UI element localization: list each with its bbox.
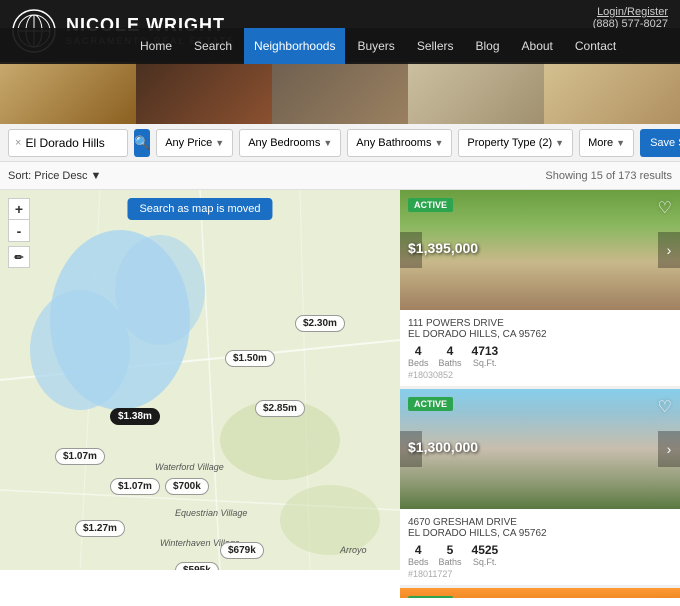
location-tag: × El Dorado Hills (8, 129, 128, 157)
top-right: Login/Register (888) 577-8027 (593, 6, 668, 30)
search-go-button[interactable]: 🔍 (134, 129, 150, 157)
listing-stats-1: 4 Beds 5 Baths 4525 Sq.Ft. (408, 543, 672, 567)
zoom-out-button[interactable]: - (8, 220, 30, 242)
baths-stat-1: 5 Baths (439, 543, 462, 567)
hero-seg-2 (136, 62, 272, 124)
next-image-1[interactable]: › (658, 431, 680, 467)
listing-city-1: EL DORADO HILLS, CA 95762 (408, 528, 672, 539)
active-badge-1: ACTIVE (408, 397, 453, 411)
map-controls: + - ✏ (8, 198, 30, 268)
login-link[interactable]: Login/Register (593, 6, 668, 18)
hero-seg-1 (0, 62, 136, 124)
nav-about[interactable]: About (512, 28, 563, 64)
save-search-button[interactable]: Save Search (640, 129, 680, 157)
listing-card-2[interactable]: ACTIVE ♡ ‹ › $1,375,000 1506 BOLIVAR COU… (400, 588, 680, 598)
main-area: + - ✏ Search as map is moved Waterford V… (0, 190, 680, 570)
nav-contact[interactable]: Contact (565, 28, 626, 64)
listing-price-overlay-0: $1,395,000 (408, 240, 478, 256)
listing-address-1: 4670 GRESHAM DRIVE (408, 517, 672, 528)
nav-neighborhoods[interactable]: Neighborhoods (244, 28, 345, 64)
nav-home[interactable]: Home (130, 28, 182, 64)
active-badge-2: ACTIVE (408, 596, 453, 598)
nav-buyers[interactable]: Buyers (347, 28, 404, 64)
hero-seg-5 (544, 62, 680, 124)
nav-sellers[interactable]: Sellers (407, 28, 464, 64)
chevron-down-icon: ▼ (555, 138, 564, 148)
listing-stats-0: 4 Beds 4 Baths 4713 Sq.Ft. (408, 344, 672, 368)
listing-card-1[interactable]: ACTIVE ♡ ‹ › $1,300,000 4670 GRESHAM DRI… (400, 389, 680, 585)
beds-stat-0: 4 Beds (408, 344, 429, 368)
baths-stat-0: 4 Baths (439, 344, 462, 368)
map-panel[interactable]: + - ✏ Search as map is moved Waterford V… (0, 190, 400, 570)
search-as-moved-button[interactable]: Search as map is moved (127, 198, 272, 220)
chevron-down-icon: ▼ (90, 170, 101, 182)
listing-price-overlay-1: $1,300,000 (408, 439, 478, 455)
chevron-down-icon: ▼ (323, 138, 332, 148)
baths-filter[interactable]: Any Bathrooms ▼ (347, 129, 452, 157)
hero-strip (0, 62, 680, 124)
favorite-button-1[interactable]: ♡ (658, 397, 672, 417)
listing-city-0: EL DORADO HILLS, CA 95762 (408, 329, 672, 340)
chevron-down-icon: ▼ (434, 138, 443, 148)
location-label: El Dorado Hills (25, 136, 104, 150)
nav-bar: Home Search Neighborhoods Buyers Sellers… (0, 28, 680, 64)
listing-mls-0: #18030852 (408, 370, 672, 380)
sqft-stat-0: 4713 Sq.Ft. (472, 344, 499, 368)
beds-filter[interactable]: Any Bedrooms ▼ (239, 129, 341, 157)
listing-mls-1: #18011727 (408, 569, 672, 579)
zoom-in-button[interactable]: + (8, 198, 30, 220)
beds-stat-1: 4 Beds (408, 543, 429, 567)
chevron-down-icon: ▼ (616, 138, 625, 148)
sort-bar: Sort: Price Desc ▼ Showing 15 of 173 res… (0, 162, 680, 190)
active-badge-0: ACTIVE (408, 198, 453, 212)
listings-panel: ACTIVE ♡ ‹ › $1,395,000 111 POWERS DRIVE… (400, 190, 680, 598)
remove-location[interactable]: × (15, 137, 21, 149)
listing-info-0: 111 POWERS DRIVE EL DORADO HILLS, CA 957… (400, 310, 680, 386)
next-image-0[interactable]: › (658, 232, 680, 268)
listing-info-1: 4670 GRESHAM DRIVE EL DORADO HILLS, CA 9… (400, 509, 680, 585)
draw-button[interactable]: ✏ (8, 246, 30, 268)
sqft-stat-1: 4525 Sq.Ft. (472, 543, 499, 567)
results-count: Showing 15 of 173 results (545, 170, 672, 182)
more-filter[interactable]: More ▼ (579, 129, 634, 157)
favorite-button-2[interactable]: ♡ (658, 596, 672, 598)
nav-blog[interactable]: Blog (466, 28, 510, 64)
search-icon: 🔍 (134, 135, 150, 151)
listing-address-0: 111 POWERS DRIVE (408, 318, 672, 329)
nav-search[interactable]: Search (184, 28, 242, 64)
hero-seg-3 (272, 62, 408, 124)
listing-image-0: ACTIVE ♡ ‹ › $1,395,000 (400, 190, 680, 310)
search-bar: × El Dorado Hills 🔍 Any Price ▼ Any Bedr… (0, 124, 680, 162)
listing-card-0[interactable]: ACTIVE ♡ ‹ › $1,395,000 111 POWERS DRIVE… (400, 190, 680, 386)
hero-seg-4 (408, 62, 544, 124)
listing-image-2: ACTIVE ♡ ‹ › $1,375,000 (400, 588, 680, 598)
favorite-button-0[interactable]: ♡ (658, 198, 672, 218)
clusters: 622222 (0, 190, 400, 570)
sort-selector[interactable]: Sort: Price Desc ▼ (8, 170, 101, 182)
type-filter[interactable]: Property Type (2) ▼ (458, 129, 573, 157)
chevron-down-icon: ▼ (215, 138, 224, 148)
price-filter[interactable]: Any Price ▼ (156, 129, 233, 157)
listing-image-1: ACTIVE ♡ ‹ › $1,300,000 (400, 389, 680, 509)
